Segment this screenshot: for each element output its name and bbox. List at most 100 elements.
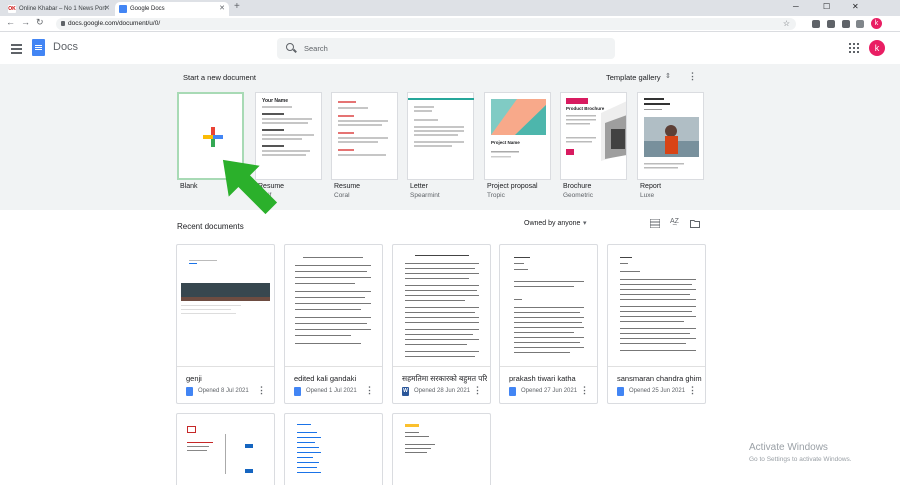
more-actions-icon[interactable]: ⋮ bbox=[257, 385, 266, 396]
list-view-icon[interactable] bbox=[650, 219, 660, 228]
expand-collapse-icon[interactable]: ⇕ bbox=[665, 72, 671, 80]
document-title: sansmaran chandra ghimi... bbox=[617, 374, 702, 383]
document-opened-date: Opened 27 Jun 2021 bbox=[521, 388, 578, 394]
recent-document-card[interactable]: edited kali gandaki Opened 1 Jul 2021 ⋮ bbox=[284, 244, 383, 404]
search-placeholder: Search bbox=[304, 44, 328, 53]
template-subname: Coral bbox=[334, 192, 350, 199]
app-title: Docs bbox=[53, 41, 79, 53]
template-preview-name: Your Name bbox=[262, 98, 289, 104]
bookmark-star-icon[interactable]: ☆ bbox=[783, 18, 790, 30]
more-options-icon[interactable]: ⋮ bbox=[688, 71, 697, 82]
document-title: सहमतिमा सरकारको बहुमत परिक्षे... bbox=[402, 374, 487, 383]
browser-address-bar: ← → ↻ docs.google.com/document/u/0/ ☆ k bbox=[0, 16, 900, 32]
tab-title: Google Docs bbox=[130, 6, 165, 12]
browser-profile-avatar[interactable]: k bbox=[871, 18, 882, 29]
main-menu-icon[interactable] bbox=[11, 44, 22, 54]
plus-icon bbox=[203, 127, 223, 147]
template-name: Blank bbox=[180, 183, 198, 190]
template-gallery-section: Start a new document Template gallery ⇕ … bbox=[0, 64, 900, 210]
more-actions-icon[interactable]: ⋮ bbox=[365, 385, 374, 396]
folder-icon[interactable] bbox=[690, 219, 700, 228]
document-opened-date: Opened 8 Jul 2021 bbox=[198, 388, 249, 394]
more-actions-icon[interactable]: ⋮ bbox=[580, 385, 589, 396]
template-name: Brochure bbox=[563, 183, 592, 190]
recent-document-card[interactable]: genji Opened 8 Jul 2021 ⋮ bbox=[176, 244, 275, 404]
word-file-icon: W bbox=[402, 387, 409, 396]
recent-document-card[interactable]: सहमतिमा सरकारको बहुमत परिक्षे... W Opene… bbox=[392, 244, 491, 404]
window-minimize-icon[interactable]: ─ bbox=[793, 2, 799, 11]
document-thumbnail bbox=[177, 245, 274, 367]
google-docs-file-icon bbox=[617, 387, 624, 396]
template-brochure-geometric[interactable]: Product Brochure bbox=[560, 92, 627, 180]
template-letter-spearmint[interactable] bbox=[407, 92, 474, 180]
green-pointer-arrow-icon bbox=[222, 159, 278, 215]
template-name: Resume bbox=[334, 183, 361, 190]
template-subname: Geometric bbox=[563, 192, 593, 199]
online-khabar-favicon: OK bbox=[8, 5, 16, 13]
start-new-document-title: Start a new document bbox=[183, 73, 256, 82]
document-thumbnail bbox=[285, 245, 382, 367]
extension-icon[interactable] bbox=[812, 20, 820, 28]
recent-documents-title: Recent documents bbox=[177, 222, 244, 231]
tab-title: Online Khabar – No 1 News Port bbox=[19, 6, 107, 12]
google-docs-favicon bbox=[119, 5, 127, 13]
template-resume-coral[interactable] bbox=[331, 92, 398, 180]
document-thumbnail bbox=[393, 245, 490, 367]
reload-icon[interactable]: ↻ bbox=[36, 17, 44, 28]
document-title: prakash tiwari katha bbox=[509, 374, 576, 383]
template-name: Report bbox=[640, 183, 662, 190]
browser-tab-bar: OK Online Khabar – No 1 News Port ✕ Goog… bbox=[0, 0, 900, 16]
document-title: genji bbox=[186, 374, 202, 383]
browser-tab-online-khabar[interactable]: OK Online Khabar – No 1 News Port ✕ bbox=[4, 2, 114, 16]
recent-document-card[interactable] bbox=[392, 413, 491, 485]
template-subname: Luxe bbox=[640, 192, 655, 199]
document-thumbnail bbox=[500, 245, 597, 367]
more-actions-icon[interactable]: ⋮ bbox=[688, 385, 697, 396]
document-title: edited kali gandaki bbox=[294, 374, 357, 383]
document-opened-date: Opened 25 Jun 2021 bbox=[629, 388, 686, 394]
recent-document-card[interactable]: sansmaran chandra ghimi... Opened 25 Jun… bbox=[607, 244, 706, 404]
extension-icon[interactable] bbox=[827, 20, 835, 28]
window-close-icon[interactable]: ✕ bbox=[852, 2, 859, 11]
document-thumbnail bbox=[608, 245, 705, 367]
search-icon bbox=[286, 43, 294, 51]
sort-az-icon[interactable]: A͢Z bbox=[670, 218, 679, 225]
browser-tab-google-docs[interactable]: Google Docs ✕ bbox=[115, 2, 229, 16]
template-name: Project proposal bbox=[487, 183, 538, 190]
recent-document-card[interactable]: prakash tiwari katha Opened 27 Jun 2021 … bbox=[499, 244, 598, 404]
url-text: docs.google.com/document/u/0/ bbox=[68, 20, 161, 27]
account-avatar[interactable]: k bbox=[869, 40, 885, 56]
recent-document-card[interactable] bbox=[284, 413, 383, 485]
template-subname: Tropic bbox=[487, 192, 505, 199]
document-thumbnail-logo bbox=[187, 426, 196, 433]
recent-document-card[interactable] bbox=[176, 413, 275, 485]
search-input[interactable]: Search bbox=[277, 38, 615, 59]
google-docs-file-icon bbox=[186, 387, 193, 396]
activate-windows-subtitle: Go to Settings to activate Windows. bbox=[749, 456, 852, 463]
template-preview-name: Product Brochure bbox=[566, 106, 605, 111]
document-opened-date: Opened 28 Jun 2021 bbox=[414, 388, 471, 394]
google-apps-icon[interactable] bbox=[849, 43, 859, 53]
forward-icon[interactable]: → bbox=[21, 17, 30, 27]
template-report-luxe[interactable] bbox=[637, 92, 704, 180]
template-name: Letter bbox=[410, 183, 428, 190]
close-tab-icon[interactable]: ✕ bbox=[219, 2, 225, 16]
window-maximize-icon[interactable]: ☐ bbox=[823, 2, 830, 11]
more-actions-icon[interactable]: ⋮ bbox=[473, 385, 482, 396]
docs-header: Docs Search k bbox=[0, 33, 900, 64]
docs-logo-icon[interactable] bbox=[32, 39, 45, 56]
url-field[interactable]: docs.google.com/document/u/0/ ☆ bbox=[56, 18, 796, 30]
document-opened-date: Opened 1 Jul 2021 bbox=[306, 388, 357, 394]
google-docs-file-icon bbox=[294, 387, 301, 396]
camera-extension-icon[interactable] bbox=[842, 20, 850, 28]
chevron-down-icon[interactable]: ▾ bbox=[583, 219, 587, 227]
back-icon[interactable]: ← bbox=[6, 17, 15, 27]
new-tab-icon[interactable]: + bbox=[234, 1, 240, 12]
puzzle-extensions-icon[interactable] bbox=[856, 20, 864, 28]
owner-filter-dropdown[interactable]: Owned by anyone bbox=[524, 220, 580, 227]
lock-icon bbox=[61, 21, 65, 26]
template-project-proposal-tropic[interactable]: Project Name bbox=[484, 92, 551, 180]
template-gallery-button[interactable]: Template gallery bbox=[606, 73, 661, 82]
close-tab-icon[interactable]: ✕ bbox=[104, 2, 110, 16]
template-subname: Spearmint bbox=[410, 192, 440, 199]
